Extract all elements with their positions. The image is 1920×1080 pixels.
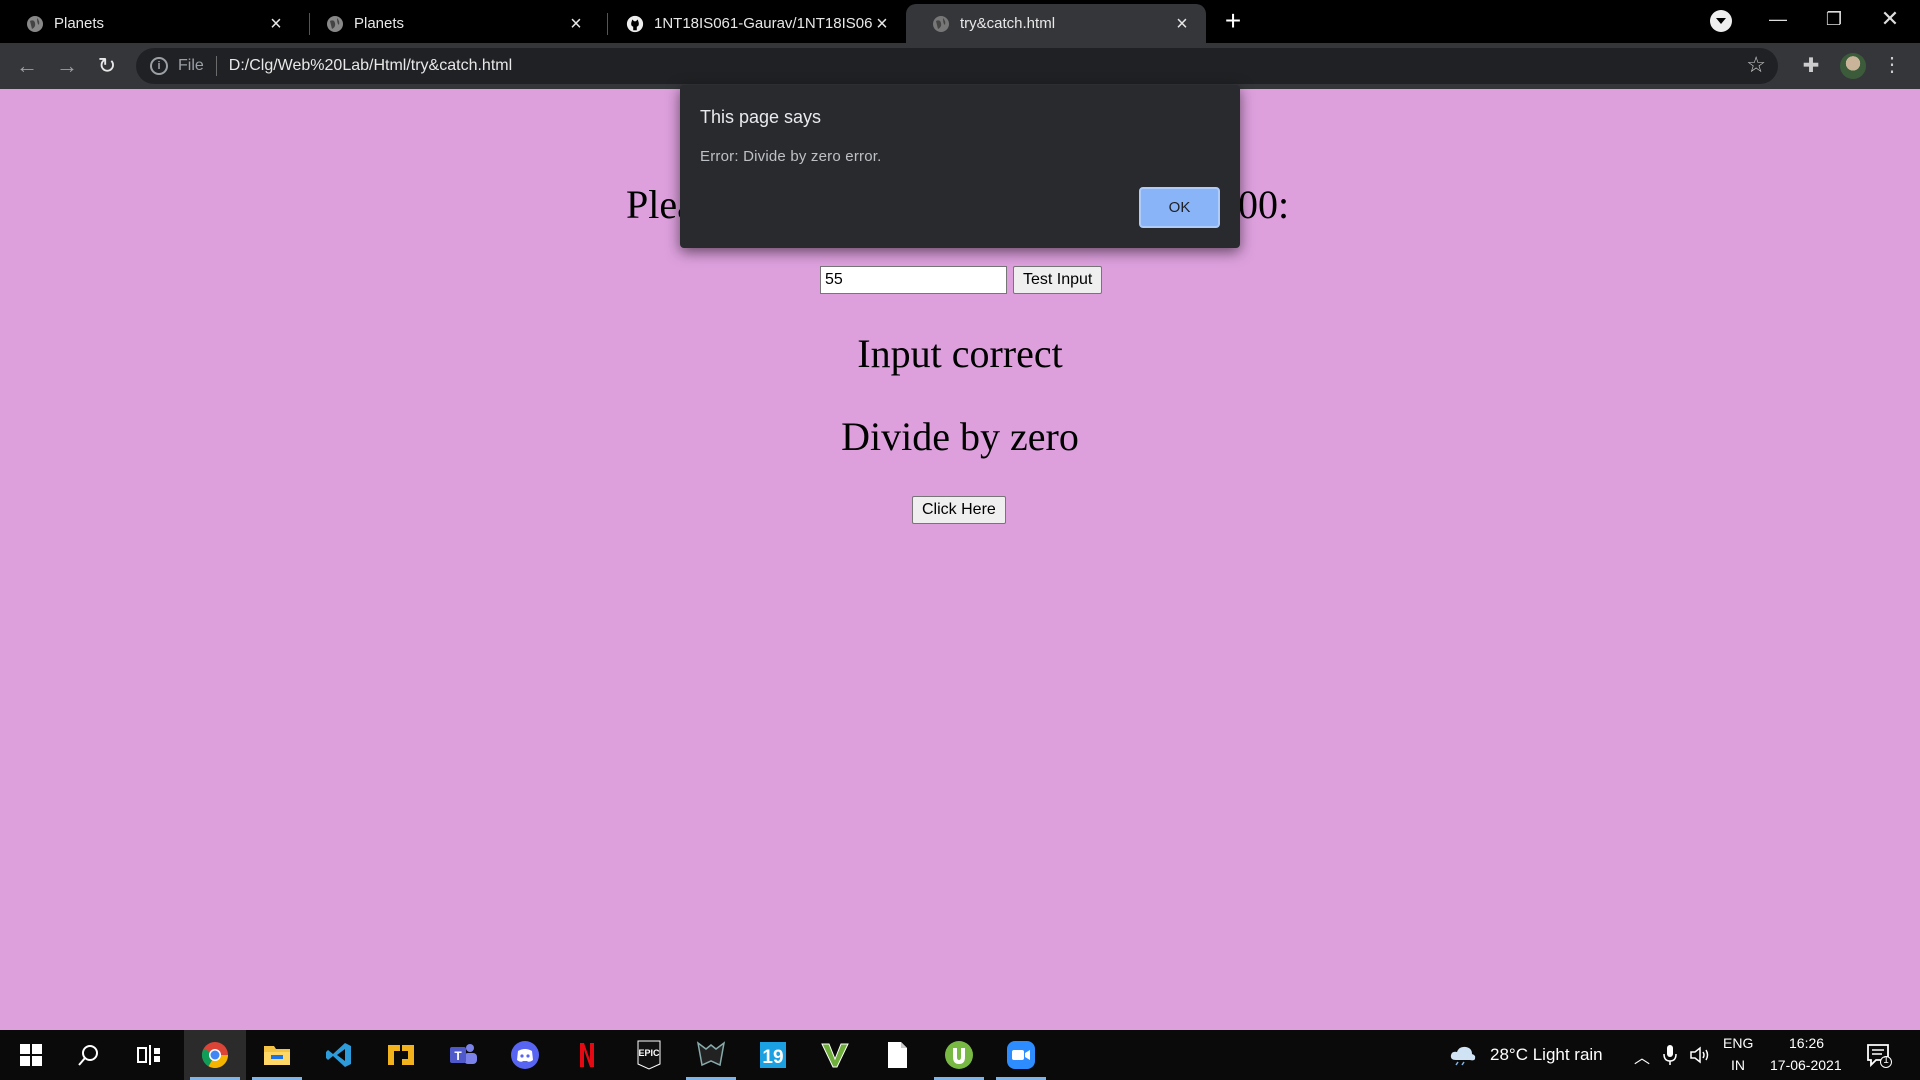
menu-dots-icon[interactable]: ⋮ (1882, 53, 1902, 79)
profile-avatar[interactable] (1840, 53, 1866, 79)
tab-title: 1NT18IS061-Gaurav/1NT18IS061_ (654, 15, 872, 32)
tab-title: try&catch.html (960, 15, 1056, 32)
microphone-icon[interactable] (1663, 1044, 1677, 1066)
info-icon[interactable]: i (150, 57, 168, 75)
reload-icon[interactable]: ↻ (92, 51, 122, 81)
result-message: Input correct (857, 331, 1063, 376)
forward-arrow-icon[interactable]: → (52, 51, 82, 81)
tab-github[interactable]: 1NT18IS061-Gaurav/1NT18IS061_ × (600, 4, 906, 43)
taskbar: T EPIC 19 28°C Light rain ︿ ENG IN 16:26… (0, 1030, 1920, 1080)
extensions-puzzle-icon[interactable]: ✚ (1800, 55, 1822, 77)
teams-icon[interactable]: T (432, 1030, 494, 1080)
globe-icon (26, 15, 44, 33)
cloud-rain-icon[interactable] (1448, 1044, 1478, 1066)
number-input[interactable] (820, 266, 1007, 294)
zoom-icon[interactable] (990, 1030, 1052, 1080)
file-explorer-icon[interactable] (246, 1030, 308, 1080)
divide-message: Divide by zero (841, 414, 1079, 459)
language-top[interactable]: ENG (1723, 1035, 1753, 1051)
dialog-title: This page says (700, 107, 822, 127)
clock-date[interactable]: 17-06-2021 (1770, 1057, 1842, 1073)
clock-time[interactable]: 16:26 (1789, 1035, 1824, 1051)
notifications-icon[interactable]: 1 (1866, 1042, 1892, 1068)
close-tab-icon[interactable]: × (872, 14, 892, 34)
browser-toolbar: ← → ↻ i File D:/Clg/Web%20Lab/Html/try&c… (0, 43, 1920, 89)
epic-games-icon[interactable]: EPIC (618, 1030, 680, 1080)
github-icon (626, 15, 644, 33)
tab-bar: Planets × Planets × 1NT18IS061-Gaurav/1N… (0, 0, 1920, 43)
windows-start-icon[interactable] (0, 1030, 62, 1080)
dialog-message: Error: Divide by zero error. (700, 148, 882, 165)
svg-text:EPIC: EPIC (638, 1048, 660, 1058)
divider (215, 56, 217, 76)
close-tab-icon[interactable]: × (266, 14, 286, 34)
tab-planets-2[interactable]: Planets × (300, 4, 600, 43)
globe-icon (326, 15, 344, 33)
tab-title: Planets (354, 15, 405, 32)
task-view-icon[interactable] (118, 1030, 180, 1080)
address-bar[interactable]: i File D:/Clg/Web%20Lab/Html/try&catch.h… (136, 48, 1778, 84)
close-tab-icon[interactable]: × (566, 14, 586, 34)
file-icon[interactable] (866, 1030, 928, 1080)
alert-dialog: This page says Error: Divide by zero err… (680, 85, 1240, 248)
netflix-icon[interactable] (556, 1030, 618, 1080)
speaker-icon[interactable] (1689, 1045, 1711, 1065)
weather-text[interactable]: 28°C Light rain (1490, 1045, 1603, 1065)
utorrent-icon[interactable] (928, 1030, 990, 1080)
bookmark-star-icon[interactable]: ☆ (1746, 54, 1766, 76)
svg-text:19: 19 (762, 1047, 783, 1068)
search-icon[interactable] (58, 1030, 120, 1080)
back-arrow-icon[interactable]: ← (12, 51, 42, 81)
tab-try-catch[interactable]: try&catch.html × (906, 4, 1206, 43)
gta-v-icon[interactable] (804, 1030, 866, 1080)
notification-count: 1 (1883, 1055, 1889, 1066)
app-icon[interactable] (370, 1030, 432, 1080)
tab-search-icon[interactable] (1710, 10, 1732, 32)
ok-button[interactable]: OK (1139, 187, 1220, 228)
restore-icon[interactable]: ❐ (1806, 0, 1862, 40)
vscode-icon[interactable] (308, 1030, 370, 1080)
close-window-icon[interactable]: ✕ (1862, 0, 1918, 40)
app-19-icon[interactable]: 19 (742, 1030, 804, 1080)
svg-text:T: T (454, 1049, 462, 1063)
url-text[interactable]: D:/Clg/Web%20Lab/Html/try&catch.html (229, 57, 512, 75)
test-input-button[interactable]: Test Input (1013, 266, 1103, 294)
minimize-icon[interactable]: — (1750, 0, 1806, 40)
tab-planets-1[interactable]: Planets × (0, 4, 300, 43)
globe-icon (932, 15, 950, 33)
chrome-icon[interactable] (184, 1030, 246, 1080)
click-here-button[interactable]: Click Here (912, 496, 1006, 524)
new-tab-button[interactable]: + (1218, 7, 1248, 36)
scheme-label: File (178, 57, 204, 74)
tab-title: Planets (54, 15, 105, 32)
predator-sense-icon[interactable] (680, 1030, 742, 1080)
close-tab-icon[interactable]: × (1172, 14, 1192, 34)
show-hidden-icons-chevron-icon[interactable]: ︿ (1634, 1044, 1650, 1068)
discord-icon[interactable] (494, 1030, 556, 1080)
language-bottom[interactable]: IN (1731, 1057, 1745, 1073)
input-row: Test Input (820, 266, 1103, 294)
